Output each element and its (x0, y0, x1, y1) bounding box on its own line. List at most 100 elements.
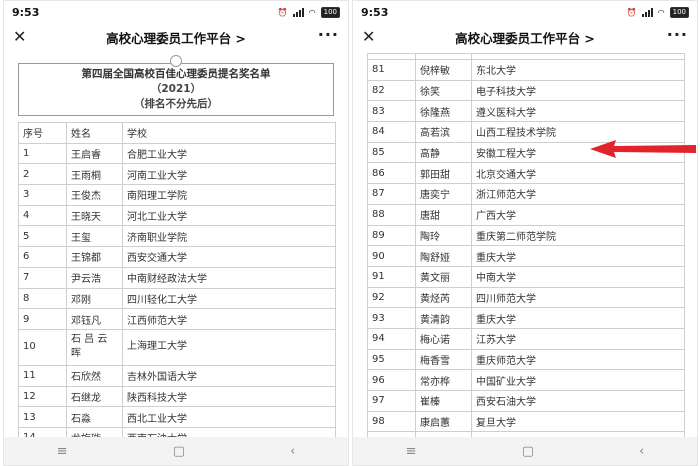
row-name: 石 吕 云 晖 (66, 328, 123, 366)
heading-title: 第四届全国高校百佳心理委员提名奖名单 (81, 68, 271, 80)
row-index: 14 (18, 426, 67, 437)
header-name: 姓名 (66, 122, 123, 144)
home-icon[interactable]: ▢ (522, 444, 534, 459)
row-index: 2 (18, 163, 67, 186)
row-school: 重庆大学 (471, 245, 685, 267)
row-name: 高若滨 (415, 121, 472, 143)
row-index: 85 (367, 141, 416, 164)
status-time: 9:53 (12, 5, 40, 19)
signal-icon (292, 7, 304, 17)
row-school: 重庆师范大学 (471, 348, 685, 371)
red-arrow-icon (590, 140, 696, 158)
row-school: 西南石油大学 (122, 426, 336, 437)
row-name: 龙旎璇 (66, 426, 123, 437)
row-index: 8 (18, 287, 67, 310)
row-school: 中南大学 (471, 265, 685, 288)
row-index: 89 (367, 224, 416, 247)
row-name: 王雨桐 (66, 163, 123, 186)
row-school: 河南工业大学 (122, 163, 336, 186)
row-school: 中国矿业大学 (471, 369, 685, 391)
row-name: 王晓天 (66, 204, 123, 227)
row-name: 梅心诺 (415, 327, 472, 350)
row-school: 西安石油大学 (471, 390, 685, 412)
row-school: 电子科技大学 (471, 79, 685, 102)
row-name: 石淼 (66, 406, 123, 428)
row-name: 徐笑 (415, 79, 472, 102)
row-school: 遵义医科大学 (471, 100, 685, 123)
page-title[interactable]: 高校心理委员工作平台 > (106, 28, 246, 47)
row-school: 广西大学 (471, 203, 685, 226)
row-index: 92 (367, 286, 416, 309)
table-row: 6 王锦都 西安交通大学 (18, 246, 336, 268)
table-row: 90 陶舒娅 重庆大学 (367, 245, 685, 267)
table-header: 序号 姓名 学校 (18, 122, 336, 144)
row-name: 梅香雪 (415, 348, 472, 371)
row-school: 济南职业学院 (122, 225, 336, 248)
row-index: 94 (367, 327, 416, 350)
table-row: 4 王晓天 河北工业大学 (18, 204, 336, 227)
menu-icon[interactable]: ≡ (57, 444, 68, 459)
row-index: 10 (18, 328, 67, 366)
row-name: 康启蕙 (415, 410, 472, 433)
row-school: 河北工业大学 (122, 204, 336, 227)
row-school: 西北工业大学 (122, 406, 336, 428)
row-name: 石欣然 (66, 364, 123, 387)
menu-icon[interactable]: ≡ (406, 444, 417, 459)
row-index: 97 (367, 390, 416, 412)
back-icon[interactable]: ‹ (290, 444, 295, 459)
more-icon[interactable]: ··· (667, 25, 688, 44)
close-icon[interactable]: ✕ (13, 27, 26, 46)
article-content[interactable]: 第四届全国高校百佳心理委员提名奖名单 （2021） （排名不分先后） 序号 姓名… (4, 51, 348, 437)
nominee-table: 8081倪梓敏东北大学82徐笑电子科技大学83徐隆燕遵义医科大学84高若滨山西工… (367, 53, 685, 437)
table-row: 95 梅香雪 重庆师范大学 (367, 348, 685, 371)
article-content[interactable]: 8081倪梓敏东北大学82徐笑电子科技大学83徐隆燕遵义医科大学84高若滨山西工… (353, 53, 697, 437)
home-icon[interactable]: ▢ (173, 444, 185, 459)
table-row: 97 崔榛 西安石油大学 (367, 390, 685, 412)
table-row: 92 黄烃芮 四川师范大学 (367, 286, 685, 309)
row-name: 倪梓敏 (415, 59, 472, 81)
alarm-icon: ⏰ (277, 7, 288, 17)
row-index: 95 (367, 348, 416, 371)
left-screenshot: 9:53 ⏰ ◠ 100 ✕ 高校心理委员工作平台 > ··· 第四届全国高校百… (3, 0, 349, 466)
row-index: 90 (367, 245, 416, 267)
close-icon[interactable]: ✕ (362, 27, 375, 46)
row-name: 王玺 (66, 225, 123, 248)
page-title[interactable]: 高校心理委员工作平台 > (455, 28, 595, 47)
table-row: 13 石淼 西北工业大学 (18, 406, 336, 428)
row-index: 98 (367, 410, 416, 433)
row-school: 复旦大学 (471, 410, 685, 433)
row-school: 吉林外国语大学 (122, 364, 336, 387)
table-row: 87 唐奕宁 浙江师范大学 (367, 183, 685, 205)
row-index: 87 (367, 183, 416, 205)
status-icons: ⏰ ◠ 100 (277, 6, 340, 18)
header-school: 学校 (122, 122, 336, 144)
row-name: 黄烃芮 (415, 286, 472, 309)
table-row: 81 倪梓敏 东北大学 (367, 59, 685, 81)
row-school: 南阳理工学院 (122, 184, 336, 206)
row-name: 唐甜 (415, 203, 472, 226)
table-row: 96 常亦桦 中国矿业大学 (367, 369, 685, 391)
row-school: 重庆第二师范学院 (471, 224, 685, 247)
row-name: 陶舒娅 (415, 245, 472, 267)
system-nav-bar: ≡ ▢ ‹ (353, 437, 697, 465)
row-index: 7 (18, 266, 67, 289)
table-row: 3 王俊杰 南阳理工学院 (18, 184, 336, 206)
row-school: 陕西科技大学 (122, 385, 336, 408)
more-icon[interactable]: ··· (318, 25, 339, 44)
row-name: 郭田甜 (415, 162, 472, 185)
row-name: 徐隆燕 (415, 100, 472, 123)
row-name: 王启睿 (66, 142, 123, 165)
row-index: 81 (367, 59, 416, 81)
right-screenshot: 9:53 ⏰ ◠ 100 ✕ 高校心理委员工作平台 > ··· 8081倪梓敏东… (352, 0, 698, 466)
table-row: 11 石欣然 吉林外国语大学 (18, 364, 336, 387)
back-icon[interactable]: ‹ (639, 444, 644, 459)
heading-box: 第四届全国高校百佳心理委员提名奖名单 （2021） （排名不分先后） (18, 55, 334, 116)
row-index: 88 (367, 203, 416, 226)
row-index: 11 (18, 364, 67, 387)
row-name: 常亦桦 (415, 369, 472, 391)
header-index: 序号 (18, 122, 67, 144)
battery-icon: 100 (320, 6, 340, 18)
status-bar: 9:53 ⏰ ◠ 100 (353, 1, 697, 23)
table-row: 8 邓刚 四川轻化工大学 (18, 287, 336, 310)
row-school: 上海理工大学 (122, 328, 336, 366)
